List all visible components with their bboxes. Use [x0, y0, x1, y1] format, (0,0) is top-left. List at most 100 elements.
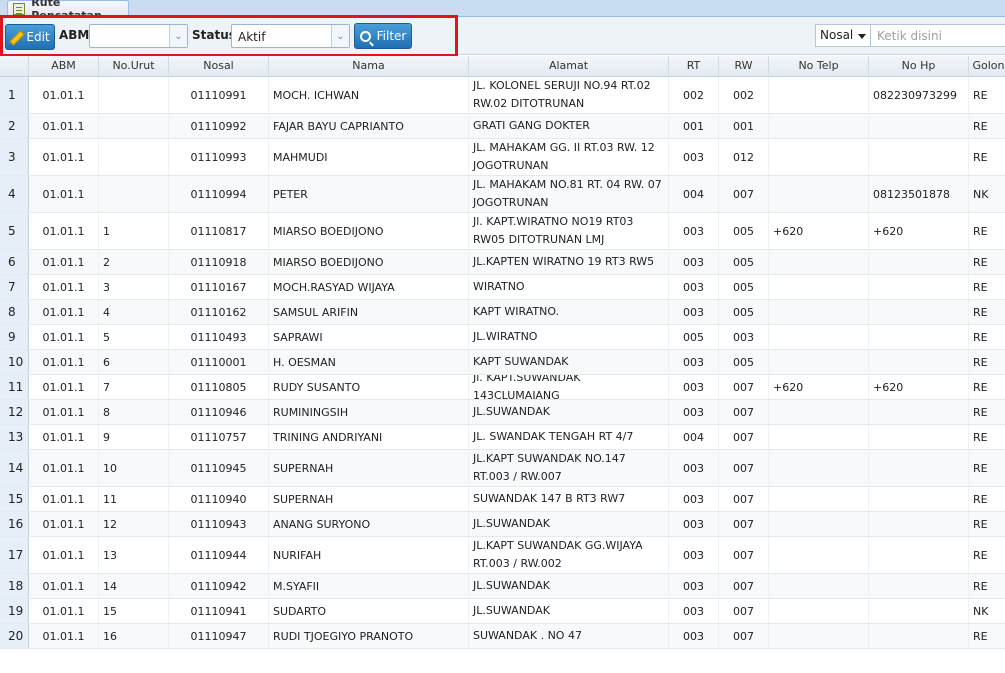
cell-rt: 003 — [669, 300, 719, 324]
cell-rw: 007 — [719, 425, 769, 449]
table-row[interactable]: 1 01.01.1 01110991 MOCH. ICHWAN JL. KOLONEL … — [0, 77, 1005, 114]
cell-abm: 01.01.1 — [29, 77, 99, 113]
cell-nama: FAJAR BAYU CAPRIANTO — [269, 114, 469, 138]
cell-gol: RE — [969, 375, 1005, 399]
cell-telp: +620 — [769, 375, 869, 399]
cell-telp — [769, 275, 869, 299]
row-number: 3 — [0, 139, 29, 175]
column-header-rw[interactable]: RW — [719, 56, 769, 77]
cell-hp — [869, 350, 969, 374]
cell-telp — [769, 487, 869, 511]
cell-hp — [869, 275, 969, 299]
row-number: 19 — [0, 599, 29, 623]
column-header-no-telp[interactable]: No Telp — [769, 56, 869, 77]
search-input[interactable]: Ketik disini — [871, 24, 1005, 47]
table-row[interactable]: 12 01.01.1 8 01110946 RUMININGSIH JL.SUWANDAK… — [0, 400, 1005, 425]
filter-button[interactable]: Filter — [354, 23, 412, 49]
cell-rt: 003 — [669, 624, 719, 648]
cell-telp — [769, 350, 869, 374]
status-value: Aktif — [238, 30, 266, 44]
column-header-no-urut[interactable]: No.Urut — [99, 56, 169, 77]
cell-hp — [869, 487, 969, 511]
cell-telp — [769, 599, 869, 623]
cell-urut: 13 — [99, 537, 169, 573]
table-row[interactable]: 13 01.01.1 9 01110757 TRINING ANDRIYANI JL. S… — [0, 425, 1005, 450]
cell-alamat: JL.SUWANDAK — [469, 599, 669, 623]
table-row[interactable]: 3 01.01.1 01110993 MAHMUDI JL. MAHAKAM GG. I… — [0, 139, 1005, 176]
row-number: 6 — [0, 250, 29, 274]
column-header-nosal[interactable]: Nosal — [169, 56, 269, 77]
table-row[interactable]: 7 01.01.1 3 01110167 MOCH.RASYAD WIJAYA WIRAT… — [0, 275, 1005, 300]
row-number: 10 — [0, 350, 29, 374]
cell-rw: 007 — [719, 400, 769, 424]
table-row[interactable]: 17 01.01.1 13 01110944 NURIFAH JL.KAPT SUWAND… — [0, 537, 1005, 574]
cell-rw: 007 — [719, 512, 769, 536]
cell-hp — [869, 512, 969, 536]
chevron-down-icon[interactable]: ⌄ — [331, 25, 349, 47]
table-row[interactable]: 11 01.01.1 7 01110805 RUDY SUSANTO Jl. KAPT.S… — [0, 375, 1005, 400]
cell-rw: 007 — [719, 450, 769, 486]
column-header-rt[interactable]: RT — [669, 56, 719, 77]
table-row[interactable]: 8 01.01.1 4 01110162 SAMSUL ARIFIN KAPT WIRAT… — [0, 300, 1005, 325]
table-row[interactable]: 10 01.01.1 6 01110001 H. OESMAN KAPT SUWANDAK… — [0, 350, 1005, 375]
cell-rw: 007 — [719, 624, 769, 648]
cell-rw: 007 — [719, 176, 769, 212]
search-field-select[interactable]: Nosal — [815, 24, 871, 47]
cell-nama: MAHMUDI — [269, 139, 469, 175]
cell-nama: H. OESMAN — [269, 350, 469, 374]
abm-label: ABM — [59, 28, 90, 42]
column-header-no-hp[interactable]: No Hp — [869, 56, 969, 77]
cell-abm: 01.01.1 — [29, 400, 99, 424]
cell-urut — [99, 139, 169, 175]
cell-rt: 003 — [669, 213, 719, 249]
cell-alamat: JL.SUWANDAK — [469, 400, 669, 424]
tab-rute-pencatatan[interactable]: Rute Pencatatan — [7, 0, 129, 22]
cell-nosal: 01110940 — [169, 487, 269, 511]
cell-alamat: JL.SUWANDAK — [469, 512, 669, 536]
cell-rt: 003 — [669, 512, 719, 536]
column-header-nama[interactable]: Nama — [269, 56, 469, 77]
table-row[interactable]: 18 01.01.1 14 01110942 M.SYAFII JL.SUWANDAK 00… — [0, 574, 1005, 599]
table-row[interactable]: 16 01.01.1 12 01110943 ANANG SURYONO JL.SUWAN… — [0, 512, 1005, 537]
cell-telp — [769, 325, 869, 349]
column-header-abm[interactable]: ABM — [29, 56, 99, 77]
cell-rt: 005 — [669, 325, 719, 349]
edit-button[interactable]: Edit — [5, 24, 55, 50]
cell-hp — [869, 300, 969, 324]
cell-alamat: JL. MAHAKAM NO.81 RT. 04 RW. 07 JOGOTRUN… — [469, 176, 669, 212]
table-row[interactable]: 6 01.01.1 2 01110918 MIARSO BOEDIJONO JL.KAPT… — [0, 250, 1005, 275]
cell-abm: 01.01.1 — [29, 139, 99, 175]
row-number-header — [0, 56, 29, 77]
cell-rw: 007 — [719, 537, 769, 573]
cell-abm: 01.01.1 — [29, 375, 99, 399]
table-row[interactable]: 19 01.01.1 15 01110941 SUDARTO JL.SUWANDAK 003… — [0, 599, 1005, 624]
chevron-down-icon[interactable]: ⌄ — [169, 25, 187, 47]
cell-rt: 002 — [669, 77, 719, 113]
cell-abm: 01.01.1 — [29, 350, 99, 374]
cell-hp — [869, 425, 969, 449]
cell-rt: 003 — [669, 139, 719, 175]
table-row[interactable]: 5 01.01.1 1 01110817 MIARSO BOEDIJONO Jl. KAP… — [0, 213, 1005, 250]
table-row[interactable]: 4 01.01.1 01110994 PETER JL. MAHAKAM NO.81 R… — [0, 176, 1005, 213]
status-combo[interactable]: Aktif ⌄ — [231, 24, 350, 48]
table-row[interactable]: 2 01.01.1 01110992 FAJAR BAYU CAPRIANTO GRAT… — [0, 114, 1005, 139]
cell-hp — [869, 139, 969, 175]
cell-abm: 01.01.1 — [29, 574, 99, 598]
cell-hp — [869, 250, 969, 274]
cell-nama: NURIFAH — [269, 537, 469, 573]
table-row[interactable]: 14 01.01.1 10 01110945 SUPERNAH JL.KAPT SUWAN… — [0, 450, 1005, 487]
cell-hp: +620 — [869, 213, 969, 249]
cell-hp — [869, 537, 969, 573]
column-header-alamat[interactable]: Alamat — [469, 56, 669, 77]
cell-rw: 005 — [719, 300, 769, 324]
cell-gol: RE — [969, 425, 1005, 449]
table-row[interactable]: 20 01.01.1 16 01110947 RUDI TJOEGIYO PRANOTO… — [0, 624, 1005, 649]
table-row[interactable]: 15 01.01.1 11 01110940 SUPERNAH SUWANDAK 147 … — [0, 487, 1005, 512]
abm-combo[interactable]: ⌄ — [89, 24, 188, 48]
table-row[interactable]: 9 01.01.1 5 01110493 SAPRAWI JL.WIRATNO 005 003… — [0, 325, 1005, 350]
cell-telp — [769, 176, 869, 212]
cell-rw: 002 — [719, 77, 769, 113]
cell-rt: 004 — [669, 425, 719, 449]
cell-urut: 14 — [99, 574, 169, 598]
column-header-golon[interactable]: Golon — [969, 56, 1005, 77]
